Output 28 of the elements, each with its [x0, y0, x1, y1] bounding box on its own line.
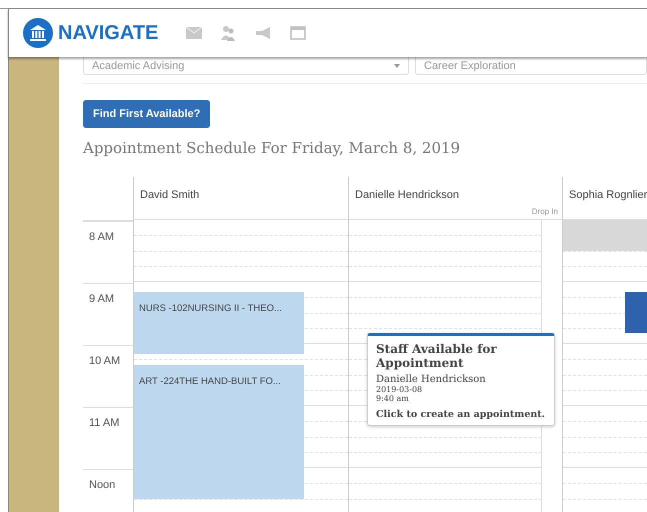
booked-block[interactable]	[625, 292, 647, 333]
building-logo-icon	[23, 18, 53, 48]
megaphone-icon[interactable]	[254, 27, 272, 39]
tooltip-date: 2019-03-08	[376, 385, 424, 394]
hour-label: Noon	[89, 479, 116, 491]
staff-column-header: Sophia Rognlier	[569, 189, 647, 201]
staff-column-header: David Smith	[140, 189, 200, 201]
class-event[interactable]: ART -224THE HAND-BUILT FO...	[134, 365, 304, 499]
tooltip-hint: Click to create an appointment.	[376, 409, 546, 420]
window-icon[interactable]	[290, 26, 306, 40]
envelope-icon[interactable]	[186, 27, 202, 39]
hour-label: 11 AM	[89, 417, 120, 429]
schedule-title: Appointment Schedule For Friday, March 8, 2019	[83, 139, 462, 157]
tooltip-title: Staff Available for Appointment	[376, 342, 498, 370]
hour-label: 10 AM	[89, 355, 120, 367]
class-event[interactable]: NURS -102NURSING II - THEO...	[134, 292, 304, 354]
caret-icon	[394, 64, 400, 68]
hour-label: 9 AM	[89, 293, 114, 305]
brand-name: NAVIGATE	[58, 22, 158, 44]
drop-in-label: Drop In	[532, 207, 558, 216]
availability-tooltip[interactable]: Staff Available for Appointment Danielle Hendrickson 2019-03-08 9:40 am Click to create an appointment.	[367, 333, 555, 426]
tooltip-time: 9:40 am	[376, 394, 410, 403]
unavailable-block[interactable]	[563, 220, 647, 251]
staff-column-header: Danielle Hendrickson	[355, 189, 459, 201]
tooltip-staff: Danielle Hendrickson	[376, 374, 487, 385]
find-first-available-button[interactable]: Find First Available?	[83, 100, 210, 128]
hour-label: 8 AM	[89, 231, 114, 243]
people-icon[interactable]	[220, 25, 236, 41]
